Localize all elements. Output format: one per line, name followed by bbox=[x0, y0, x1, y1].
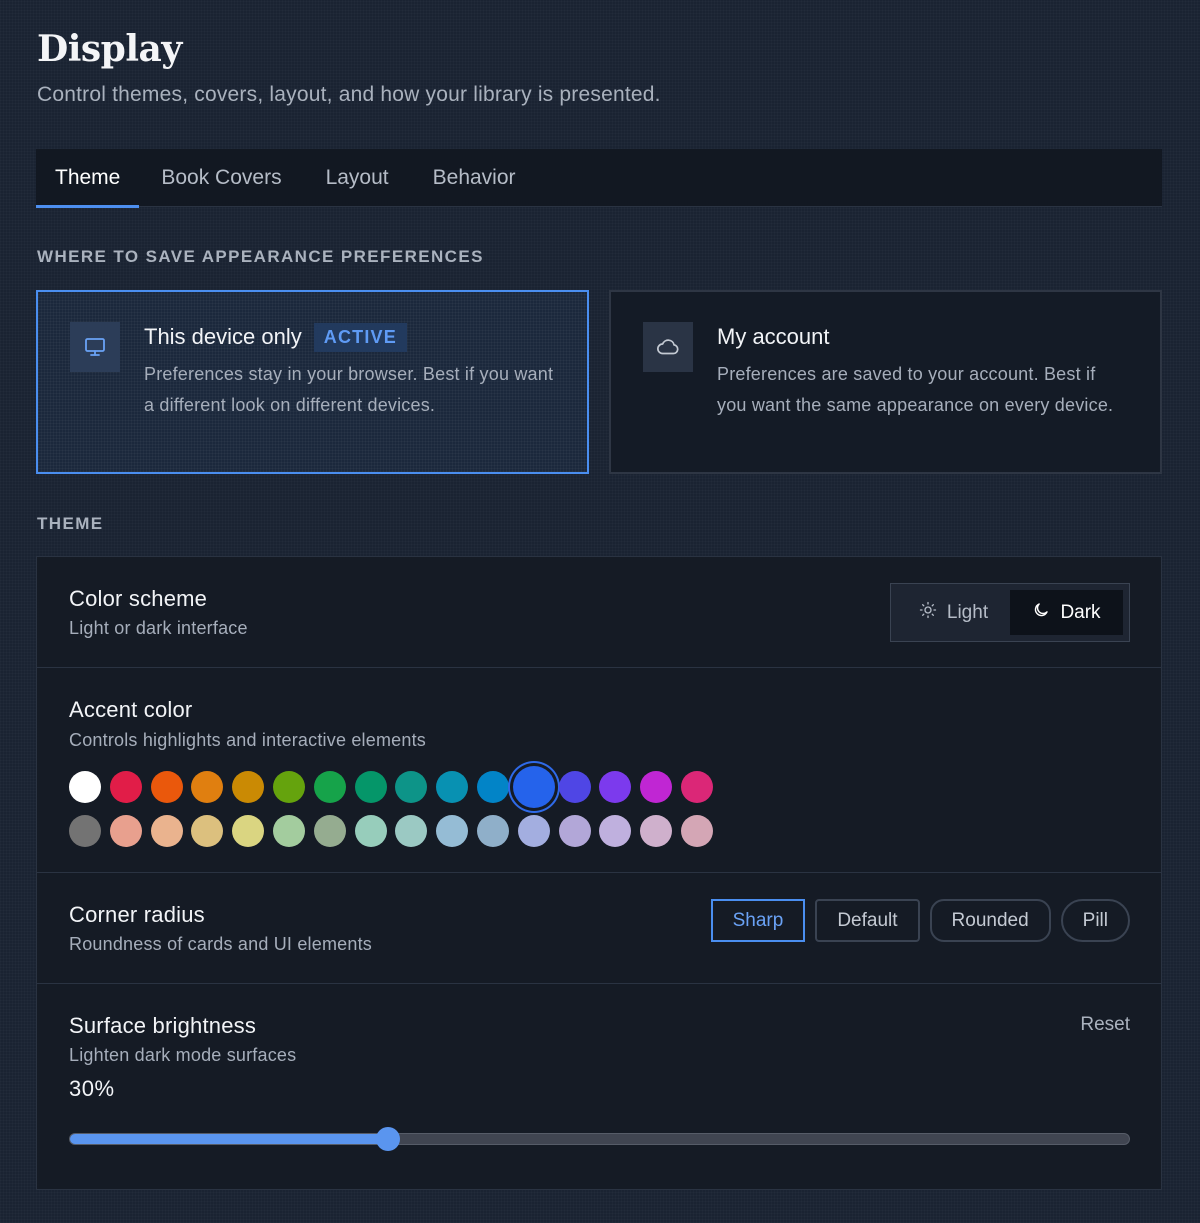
accent-swatch[interactable] bbox=[640, 771, 673, 803]
surface-brightness-value: 30% bbox=[69, 1076, 115, 1101]
accent-swatch[interactable] bbox=[109, 771, 142, 803]
color-scheme-description: Light or dark interface bbox=[69, 618, 248, 638]
accent-swatch[interactable] bbox=[109, 815, 142, 847]
accent-color-description: Controls highlights and interactive elem… bbox=[69, 730, 426, 750]
sun-icon bbox=[919, 601, 937, 625]
accent-swatch[interactable] bbox=[436, 815, 469, 847]
accent-swatch[interactable] bbox=[476, 815, 509, 847]
accent-swatch[interactable] bbox=[69, 815, 101, 847]
slider-thumb[interactable] bbox=[375, 1127, 400, 1151]
accent-swatch[interactable] bbox=[232, 815, 265, 847]
accent-swatch[interactable] bbox=[69, 771, 101, 803]
accent-swatch[interactable] bbox=[599, 771, 632, 803]
dark-label: Dark bbox=[1060, 601, 1101, 623]
cloud-icon bbox=[643, 322, 693, 372]
dark-option[interactable]: Dark bbox=[1010, 590, 1123, 635]
surface-brightness-title: Surface brightness bbox=[69, 1013, 257, 1038]
slider-fill bbox=[70, 1134, 388, 1144]
corner-radius-options: Sharp Default Rounded Pill bbox=[710, 899, 1130, 942]
accent-swatch[interactable] bbox=[395, 815, 428, 847]
corner-radius-title: Corner radius bbox=[69, 902, 205, 927]
color-scheme-toggle: Light Dark bbox=[890, 583, 1130, 642]
my-account-card[interactable]: My account Preferences are saved to your… bbox=[609, 290, 1162, 474]
theme-section-label: THEME bbox=[37, 514, 104, 533]
page-subtitle: Control themes, covers, layout, and how … bbox=[37, 83, 661, 106]
accent-swatch[interactable] bbox=[313, 815, 346, 847]
radius-pill-button[interactable]: Pill bbox=[1060, 899, 1130, 942]
accent-swatch[interactable] bbox=[191, 771, 224, 803]
tab-theme[interactable]: Theme bbox=[36, 149, 140, 208]
accent-color-title: Accent color bbox=[69, 697, 193, 722]
light-label: Light bbox=[946, 601, 989, 623]
device-only-description: Preferences stay in your browser. Best i… bbox=[144, 364, 554, 415]
corner-radius-description: Roundness of cards and UI elements bbox=[69, 934, 372, 954]
surface-brightness-slider[interactable] bbox=[69, 1127, 1130, 1151]
corner-radius-row: Corner radius Roundness of cards and UI … bbox=[37, 873, 1161, 984]
tab-book-covers[interactable]: Book Covers bbox=[139, 149, 303, 207]
radius-sharp-button[interactable]: Sharp bbox=[710, 899, 806, 942]
surface-brightness-row: Surface brightness Lighten dark mode sur… bbox=[37, 984, 1161, 1190]
accent-swatch[interactable] bbox=[150, 815, 183, 847]
accent-swatch[interactable] bbox=[599, 815, 632, 847]
my-account-title: My account bbox=[717, 324, 830, 349]
my-account-description: Preferences are saved to your account. B… bbox=[717, 364, 1114, 415]
accent-swatches-row-2 bbox=[69, 815, 713, 847]
accent-color-row: Accent color Controls highlights and int… bbox=[37, 668, 1161, 873]
accent-swatch[interactable] bbox=[272, 815, 305, 847]
accent-swatch[interactable] bbox=[680, 815, 713, 847]
accent-swatch[interactable] bbox=[680, 771, 713, 803]
color-scheme-title: Color scheme bbox=[69, 586, 208, 611]
monitor-icon bbox=[70, 322, 120, 372]
tab-bar: Theme Book Covers Layout Behavior bbox=[36, 149, 1162, 208]
tab-behavior[interactable]: Behavior bbox=[411, 149, 538, 207]
color-scheme-row: Color scheme Light or dark interface Lig… bbox=[37, 557, 1161, 668]
accent-swatch[interactable] bbox=[354, 815, 387, 847]
accent-swatches-row-1 bbox=[69, 766, 713, 808]
save-prefs-section-label: WHERE TO SAVE APPEARANCE PREFERENCES bbox=[37, 247, 484, 266]
accent-swatch[interactable] bbox=[640, 815, 673, 847]
moon-icon bbox=[1032, 601, 1050, 625]
tab-layout[interactable]: Layout bbox=[304, 149, 411, 207]
page-title: Display bbox=[37, 28, 182, 70]
accent-swatch[interactable] bbox=[191, 815, 224, 847]
device-only-title: This device only bbox=[144, 324, 302, 349]
radius-default-button[interactable]: Default bbox=[815, 899, 920, 942]
accent-swatch[interactable] bbox=[395, 771, 428, 803]
accent-swatch[interactable] bbox=[150, 771, 183, 803]
accent-swatch[interactable] bbox=[436, 771, 469, 803]
accent-swatch[interactable] bbox=[313, 771, 346, 803]
accent-swatch[interactable] bbox=[476, 771, 509, 803]
accent-swatch[interactable] bbox=[517, 815, 550, 847]
accent-swatch[interactable] bbox=[512, 766, 555, 808]
accent-swatch[interactable] bbox=[272, 771, 305, 803]
radius-rounded-button[interactable]: Rounded bbox=[929, 899, 1051, 942]
accent-swatch[interactable] bbox=[558, 771, 591, 803]
accent-swatch[interactable] bbox=[558, 815, 591, 847]
surface-brightness-description: Lighten dark mode surfaces bbox=[69, 1045, 297, 1065]
accent-swatch[interactable] bbox=[354, 771, 387, 803]
device-only-card[interactable]: This device only ACTIVE Preferences stay… bbox=[36, 290, 589, 474]
theme-panel: Color scheme Light or dark interface Lig… bbox=[36, 556, 1162, 1190]
accent-swatch[interactable] bbox=[232, 771, 265, 803]
light-option[interactable]: Light bbox=[897, 590, 1010, 635]
reset-button[interactable]: Reset bbox=[1080, 1014, 1130, 1036]
active-badge: ACTIVE bbox=[313, 322, 407, 352]
